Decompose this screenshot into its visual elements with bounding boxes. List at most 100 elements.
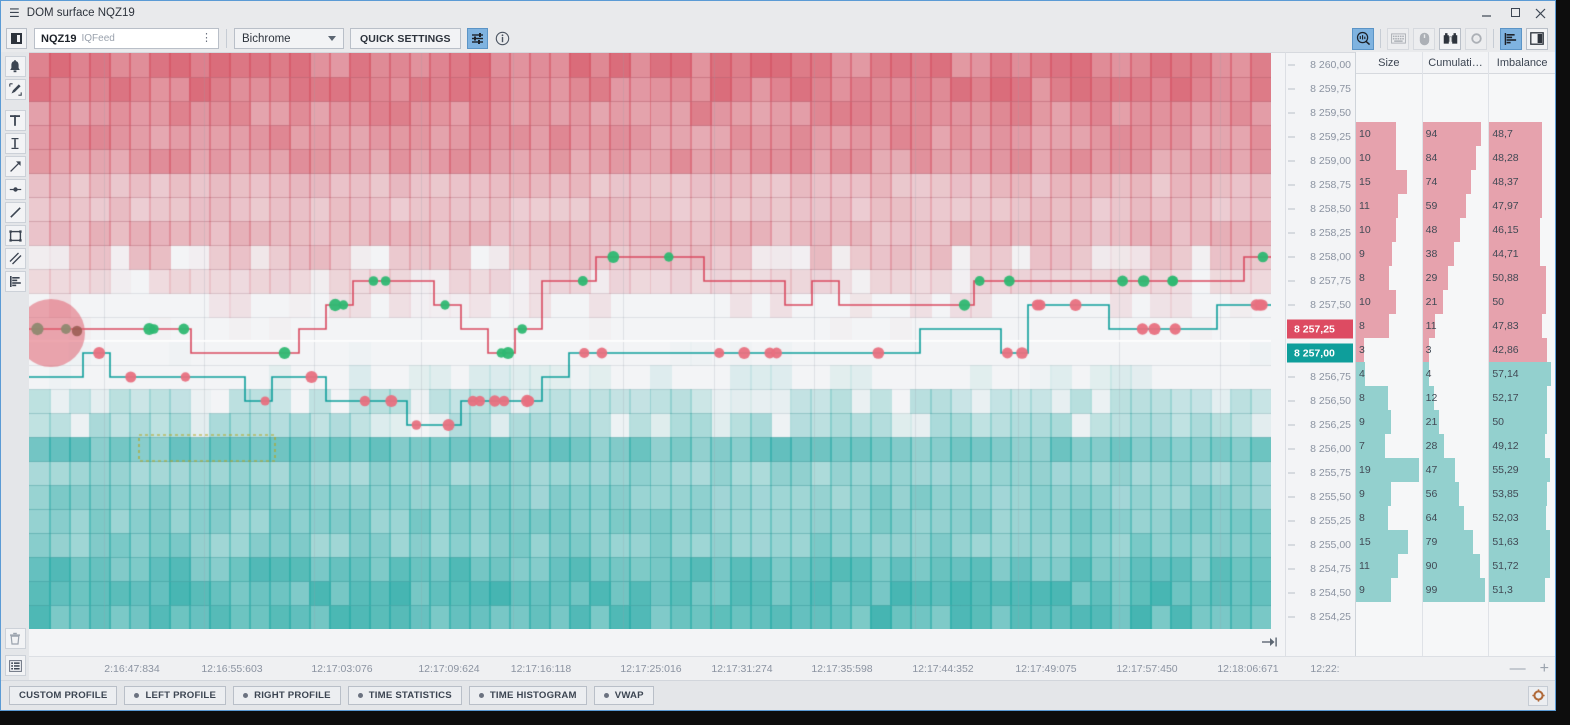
table-row[interactable]: 9 bbox=[1356, 242, 1393, 266]
table-row[interactable]: 47,97 bbox=[1489, 194, 1543, 218]
table-row[interactable]: 8 bbox=[1356, 506, 1388, 530]
table-row[interactable]: 21 bbox=[1422, 410, 1440, 434]
table-row[interactable]: 64 bbox=[1422, 506, 1464, 530]
bid-price-label[interactable]: 8 257,00 bbox=[1287, 343, 1353, 363]
table-row[interactable]: 12 bbox=[1422, 386, 1437, 410]
table-row[interactable]: 56 bbox=[1422, 482, 1460, 506]
table-row[interactable]: 10 bbox=[1356, 146, 1396, 170]
table-row[interactable]: 9 bbox=[1356, 578, 1392, 602]
table-row[interactable]: 38 bbox=[1422, 242, 1455, 266]
table-row[interactable]: 8 bbox=[1356, 266, 1390, 290]
profile-button[interactable]: TIME STATISTICS bbox=[347, 686, 462, 705]
table-row[interactable]: 44,71 bbox=[1489, 242, 1540, 266]
histogram-icon[interactable] bbox=[1500, 27, 1522, 50]
table-row[interactable]: 55,29 bbox=[1489, 458, 1550, 482]
minimize-button[interactable] bbox=[1481, 8, 1495, 19]
table-row[interactable]: 50 bbox=[1489, 290, 1546, 314]
table-row[interactable]: 4 bbox=[1356, 362, 1365, 386]
color-scheme-dropdown[interactable]: Bichrome bbox=[234, 28, 344, 49]
keyboard-icon[interactable] bbox=[1387, 27, 1409, 50]
table-row[interactable]: 52,03 bbox=[1489, 506, 1546, 530]
table-row[interactable]: 48,7 bbox=[1489, 122, 1543, 146]
profile-button[interactable]: TIME HISTOGRAM bbox=[468, 686, 587, 705]
diagonal-line-icon[interactable] bbox=[4, 202, 26, 223]
table-row[interactable]: 47,83 bbox=[1489, 314, 1543, 338]
rectangle-tool-icon[interactable] bbox=[4, 225, 26, 246]
scroll-to-end-icon[interactable] bbox=[1259, 634, 1281, 650]
table-row[interactable]: 51,72 bbox=[1489, 554, 1550, 578]
table-row[interactable]: 79 bbox=[1422, 530, 1474, 554]
table-row[interactable]: 15 bbox=[1356, 530, 1409, 554]
symbol-input[interactable]: NQZ19 IQFeed ⋮ bbox=[34, 28, 219, 49]
zoom-in-button[interactable]: + bbox=[1540, 660, 1549, 678]
column-body-imbalance[interactable]: 48,7 48,28 48,37 47,97 46,15 44,71 50,88 50 47,8… bbox=[1489, 74, 1556, 656]
table-row[interactable]: 57,14 bbox=[1489, 362, 1551, 386]
table-row[interactable]: 53,85 bbox=[1489, 482, 1547, 506]
table-row[interactable]: 11 bbox=[1356, 554, 1398, 578]
table-row[interactable]: 99 bbox=[1422, 578, 1486, 602]
text-tool-icon[interactable] bbox=[4, 110, 26, 131]
table-row[interactable]: 9 bbox=[1356, 482, 1392, 506]
point-line-icon[interactable] bbox=[4, 179, 26, 200]
table-row[interactable]: 11 bbox=[1356, 194, 1399, 218]
table-row[interactable]: 50 bbox=[1489, 410, 1547, 434]
hamburger-icon[interactable]: ☰ bbox=[9, 7, 20, 19]
table-row[interactable]: 19 bbox=[1356, 458, 1420, 482]
ask-price-label[interactable]: 8 257,25 bbox=[1287, 319, 1353, 339]
table-row[interactable]: 10 bbox=[1356, 122, 1396, 146]
vertical-line-icon[interactable] bbox=[4, 133, 26, 154]
binoculars-icon[interactable] bbox=[1439, 27, 1461, 50]
table-row[interactable]: 48,28 bbox=[1489, 146, 1543, 170]
table-row[interactable]: 7 bbox=[1356, 434, 1385, 458]
close-button[interactable] bbox=[1535, 8, 1549, 19]
profile-button[interactable]: VWAP bbox=[593, 686, 654, 705]
profile-button[interactable]: CUSTOM PROFILE bbox=[9, 686, 118, 705]
table-row[interactable]: 9 bbox=[1356, 410, 1392, 434]
table-row[interactable]: 15 bbox=[1356, 170, 1408, 194]
dom-surface-plot[interactable] bbox=[29, 52, 1285, 656]
table-row[interactable]: 48 bbox=[1422, 218, 1460, 242]
table-row[interactable]: 4 bbox=[1422, 362, 1432, 386]
table-row[interactable]: 90 bbox=[1422, 554, 1480, 578]
table-row[interactable]: 46,15 bbox=[1489, 218, 1540, 242]
column-body-cumulative[interactable]: 94 84 74 59 48 38 29 21 11 3 4 12 21 28 47 56 64 79 90 99 bbox=[1422, 74, 1489, 656]
profile-tool-icon[interactable] bbox=[4, 271, 26, 292]
table-row[interactable]: 28 bbox=[1422, 434, 1445, 458]
table-row[interactable]: 94 bbox=[1422, 122, 1481, 146]
mouse-icon[interactable] bbox=[1413, 27, 1435, 50]
table-row[interactable]: 51,3 bbox=[1489, 578, 1546, 602]
table-row[interactable]: 59 bbox=[1422, 194, 1466, 218]
maximize-button[interactable] bbox=[1508, 7, 1522, 19]
split-panel-icon[interactable] bbox=[1526, 27, 1548, 50]
table-row[interactable]: 50,88 bbox=[1489, 266, 1546, 290]
gear-icon[interactable] bbox=[1528, 685, 1548, 706]
profile-button[interactable]: LEFT PROFILE bbox=[124, 686, 227, 705]
gear-icon[interactable] bbox=[1465, 27, 1487, 50]
table-row[interactable]: 8 bbox=[1356, 314, 1390, 338]
table-row[interactable]: 11 bbox=[1422, 314, 1437, 338]
sliders-icon[interactable] bbox=[466, 28, 488, 49]
table-row[interactable]: 10 bbox=[1356, 290, 1396, 314]
info-circle-icon[interactable] bbox=[492, 28, 513, 49]
pencil-edit-icon[interactable] bbox=[4, 79, 26, 100]
alert-bell-icon[interactable] bbox=[4, 56, 26, 77]
table-row[interactable]: 10 bbox=[1356, 218, 1396, 242]
table-row[interactable]: 42,86 bbox=[1489, 338, 1547, 362]
table-row[interactable]: 29 bbox=[1422, 266, 1449, 290]
table-row[interactable]: 52,17 bbox=[1489, 386, 1547, 410]
table-row[interactable]: 74 bbox=[1422, 170, 1472, 194]
panel-toggle-icon[interactable] bbox=[6, 28, 27, 49]
table-row[interactable]: 84 bbox=[1422, 146, 1477, 170]
table-row[interactable]: 48,37 bbox=[1489, 170, 1543, 194]
dom-scanner-icon[interactable] bbox=[1352, 27, 1374, 50]
table-row[interactable]: 47 bbox=[1422, 458, 1455, 482]
column-body-size[interactable]: 10 10 15 11 10 9 8 10 8 3 4 8 9 7 19 9 8 15 11 9 bbox=[1356, 74, 1422, 656]
vertical-dots-icon[interactable]: ⋮ bbox=[201, 33, 212, 44]
price-axis[interactable]: 8 260,00 8 259,75 8 259,50 8 259,25 8 259,00… bbox=[1285, 52, 1355, 656]
table-row[interactable]: 21 bbox=[1422, 290, 1443, 314]
profile-button[interactable]: RIGHT PROFILE bbox=[233, 686, 341, 705]
table-row[interactable]: 51,63 bbox=[1489, 530, 1550, 554]
list-icon[interactable] bbox=[4, 655, 26, 676]
time-axis[interactable]: — + 2:16:47:834 12:16:55:603 12:17:03:076 1… bbox=[29, 656, 1555, 680]
table-row[interactable]: 8 bbox=[1356, 386, 1388, 410]
